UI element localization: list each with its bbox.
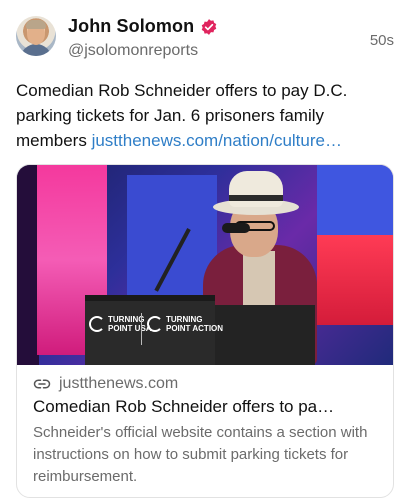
link-domain-row: justthenews.com: [33, 375, 379, 393]
turning-point-action-logo: TURNING POINT ACTION: [147, 315, 223, 333]
post-link[interactable]: justthenews.com/nation/culture…: [92, 131, 342, 150]
post[interactable]: John Solomon @jsolomonreports 50s Comedi…: [0, 0, 410, 500]
turning-point-logo-icon: [147, 316, 163, 332]
author-handle[interactable]: @jsolomonreports: [68, 42, 198, 60]
link-preview-image[interactable]: TURNING POINT USA TURNING POINT ACTION: [17, 165, 393, 365]
post-text: Comedian Rob Schneider offers to pay D.C…: [16, 78, 396, 153]
link-preview-card[interactable]: TURNING POINT USA TURNING POINT ACTION j…: [16, 164, 394, 498]
turning-point-usa-logo: TURNING POINT USA: [89, 315, 152, 333]
post-timestamp[interactable]: 50s: [370, 32, 394, 49]
link-domain: justthenews.com: [59, 375, 179, 392]
author-avatar[interactable]: [16, 16, 56, 56]
link-preview-meta[interactable]: justthenews.com Comedian Rob Schneider o…: [17, 365, 393, 497]
link-description: Schneider's official website contains a …: [33, 424, 368, 485]
link-title[interactable]: Comedian Rob Schneider offers to pa…: [33, 396, 379, 418]
author-display-name[interactable]: John Solomon: [68, 16, 194, 37]
link-icon: [33, 379, 51, 389]
verified-badge-icon: [201, 18, 217, 35]
author-name-row[interactable]: John Solomon: [68, 16, 218, 37]
turning-point-logo-icon: [89, 316, 105, 332]
